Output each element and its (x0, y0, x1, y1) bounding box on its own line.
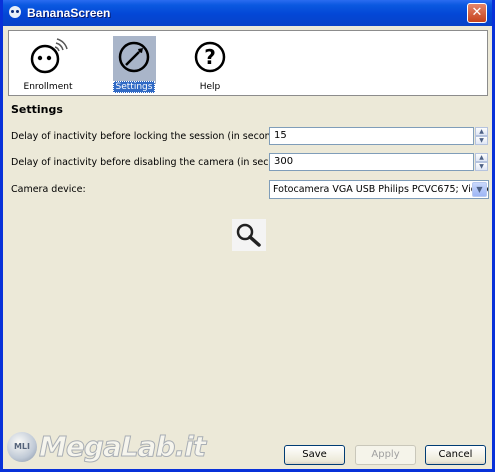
apply-button[interactable]: Apply (355, 445, 416, 465)
main-panel: Enrollment Settings ? Help Settings Dela… (3, 26, 492, 469)
camera-delay-decrement-button[interactable]: ▼ (475, 162, 488, 171)
cancel-button[interactable]: Cancel (425, 445, 486, 465)
close-button[interactable]: ✕ (467, 3, 487, 23)
lock-delay-label: Delay of inactivity before locking the s… (11, 131, 289, 142)
camera-delay-input[interactable]: 300 (269, 153, 474, 171)
tab-help[interactable]: ? Help (179, 34, 241, 94)
camera-delay-label: Delay of inactivity before disabling the… (11, 157, 299, 168)
app-icon (9, 6, 21, 18)
watermark-text: MegaLab.it (38, 430, 206, 464)
watermark-logo: MLI (7, 432, 37, 462)
section-title: Settings (11, 103, 63, 116)
tab-help-label: Help (199, 82, 221, 92)
app-window: BananaScreen ✕ Enrollment Settings ? Hel… (0, 0, 495, 472)
camera-delay-increment-button[interactable]: ▲ (475, 153, 488, 162)
chevron-down-icon[interactable]: ▼ (472, 182, 487, 197)
tab-enrollment-label: Enrollment (23, 82, 73, 92)
camera-preview-button[interactable] (232, 219, 266, 251)
camera-device-value: Fotocamera VGA USB Philips PCVC675; Vide… (273, 184, 489, 195)
camera-device-label: Camera device: (11, 184, 86, 195)
title-bar[interactable]: BananaScreen ✕ (3, 0, 492, 26)
save-button[interactable]: Save (284, 445, 345, 465)
svg-text:?: ? (204, 45, 216, 69)
tab-settings-text: Settings (112, 81, 156, 93)
lock-delay-decrement-button[interactable]: ▼ (475, 136, 488, 145)
watermark: MLI MegaLab.it (7, 426, 207, 466)
face-scan-icon (30, 38, 68, 74)
tab-settings[interactable]: Settings (103, 34, 165, 94)
window-title: BananaScreen (27, 6, 111, 20)
magnifier-icon (236, 223, 261, 247)
wrench-icon (118, 41, 150, 73)
watermark-logo-text: MLI (13, 442, 31, 451)
tab-enrollment[interactable]: Enrollment (17, 34, 79, 94)
toolbar: Enrollment Settings ? Help (8, 30, 488, 96)
help-icon: ? (194, 41, 226, 73)
camera-device-select[interactable]: Fotocamera VGA USB Philips PCVC675; Vide… (269, 180, 489, 199)
camera-delay-spinner: 300 ▲ ▼ (269, 153, 489, 171)
lock-delay-increment-button[interactable]: ▲ (475, 127, 488, 136)
lock-delay-input[interactable]: 15 (269, 127, 474, 145)
lock-delay-spinner: 15 ▲ ▼ (269, 127, 489, 145)
tab-settings-label: Settings (103, 81, 165, 93)
